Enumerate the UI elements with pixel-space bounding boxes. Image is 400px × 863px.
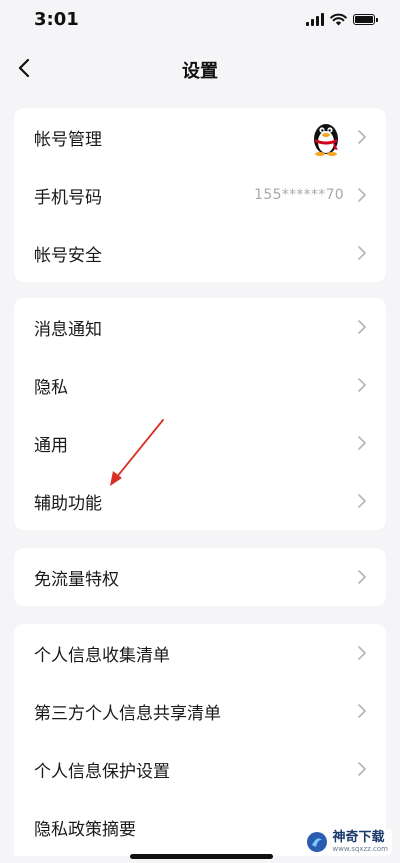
- chevron-right-icon: [358, 377, 368, 393]
- row-label: 辅助功能: [34, 493, 102, 514]
- row-label: 手机号码: [34, 187, 102, 208]
- watermark-name: 神奇下载: [332, 830, 385, 845]
- third-party-sharing-row[interactable]: 第三方个人信息共享清单: [14, 682, 386, 740]
- chevron-right-icon: [358, 493, 368, 509]
- row-label: 消息通知: [34, 319, 102, 340]
- row-label: 帐号安全: [34, 245, 102, 266]
- chevron-right-icon: [358, 703, 368, 719]
- qq-penguin-icon: [314, 124, 338, 156]
- watermark-url: www.sqxzz.com: [332, 845, 388, 853]
- accessibility-row[interactable]: 辅助功能: [14, 472, 386, 530]
- row-label: 个人信息保护设置: [34, 761, 170, 782]
- general-group: 消息通知 隐私 通用 辅助功能: [14, 298, 386, 530]
- account-group: 帐号管理 手机号码 155******70 帐号安全: [14, 108, 386, 282]
- row-label: 免流量特权: [34, 569, 119, 590]
- account-security-row[interactable]: 帐号安全: [14, 224, 386, 282]
- home-indicator: [130, 854, 273, 859]
- status-bar: 3:01: [0, 0, 400, 44]
- phone-number-row[interactable]: 手机号码 155******70: [14, 166, 386, 224]
- chevron-right-icon: [358, 435, 368, 451]
- chevron-right-icon: [358, 187, 368, 203]
- personal-info-protection-row[interactable]: 个人信息保护设置: [14, 740, 386, 798]
- chevron-right-icon: [358, 645, 368, 661]
- nav-bar: 设置: [0, 44, 400, 92]
- qq-avatar: [308, 117, 344, 157]
- watermark: 神奇下载 www.sqxzz.com: [302, 829, 392, 855]
- chevron-right-icon: [358, 319, 368, 335]
- personal-info-collection-row[interactable]: 个人信息收集清单: [14, 624, 386, 682]
- watermark-logo-icon: [307, 832, 328, 852]
- row-label: 通用: [34, 435, 68, 456]
- phone-number-value: 155******70: [254, 187, 344, 203]
- chevron-right-icon: [358, 129, 368, 145]
- chevron-right-icon: [358, 245, 368, 261]
- signal-icon: [306, 13, 324, 26]
- row-label: 第三方个人信息共享清单: [34, 703, 221, 724]
- row-label: 帐号管理: [34, 129, 102, 150]
- row-label: 个人信息收集清单: [34, 645, 170, 666]
- page-title: 设置: [182, 61, 218, 82]
- status-time: 3:01: [34, 9, 79, 30]
- row-label: 隐私: [34, 377, 68, 398]
- general-row[interactable]: 通用: [14, 414, 386, 472]
- wifi-icon: [330, 13, 347, 26]
- privacy-row[interactable]: 隐私: [14, 356, 386, 414]
- notifications-row[interactable]: 消息通知: [14, 298, 386, 356]
- data-free-group: 免流量特权: [14, 548, 386, 606]
- data-free-privilege-row[interactable]: 免流量特权: [14, 548, 386, 606]
- battery-icon: [353, 14, 378, 25]
- chevron-right-icon: [358, 761, 368, 777]
- chevron-right-icon: [358, 569, 368, 585]
- personal-info-group: 个人信息收集清单 第三方个人信息共享清单 个人信息保护设置 隐私政策摘要: [14, 624, 386, 856]
- status-icons: [306, 13, 378, 26]
- account-management-row[interactable]: 帐号管理: [14, 108, 386, 166]
